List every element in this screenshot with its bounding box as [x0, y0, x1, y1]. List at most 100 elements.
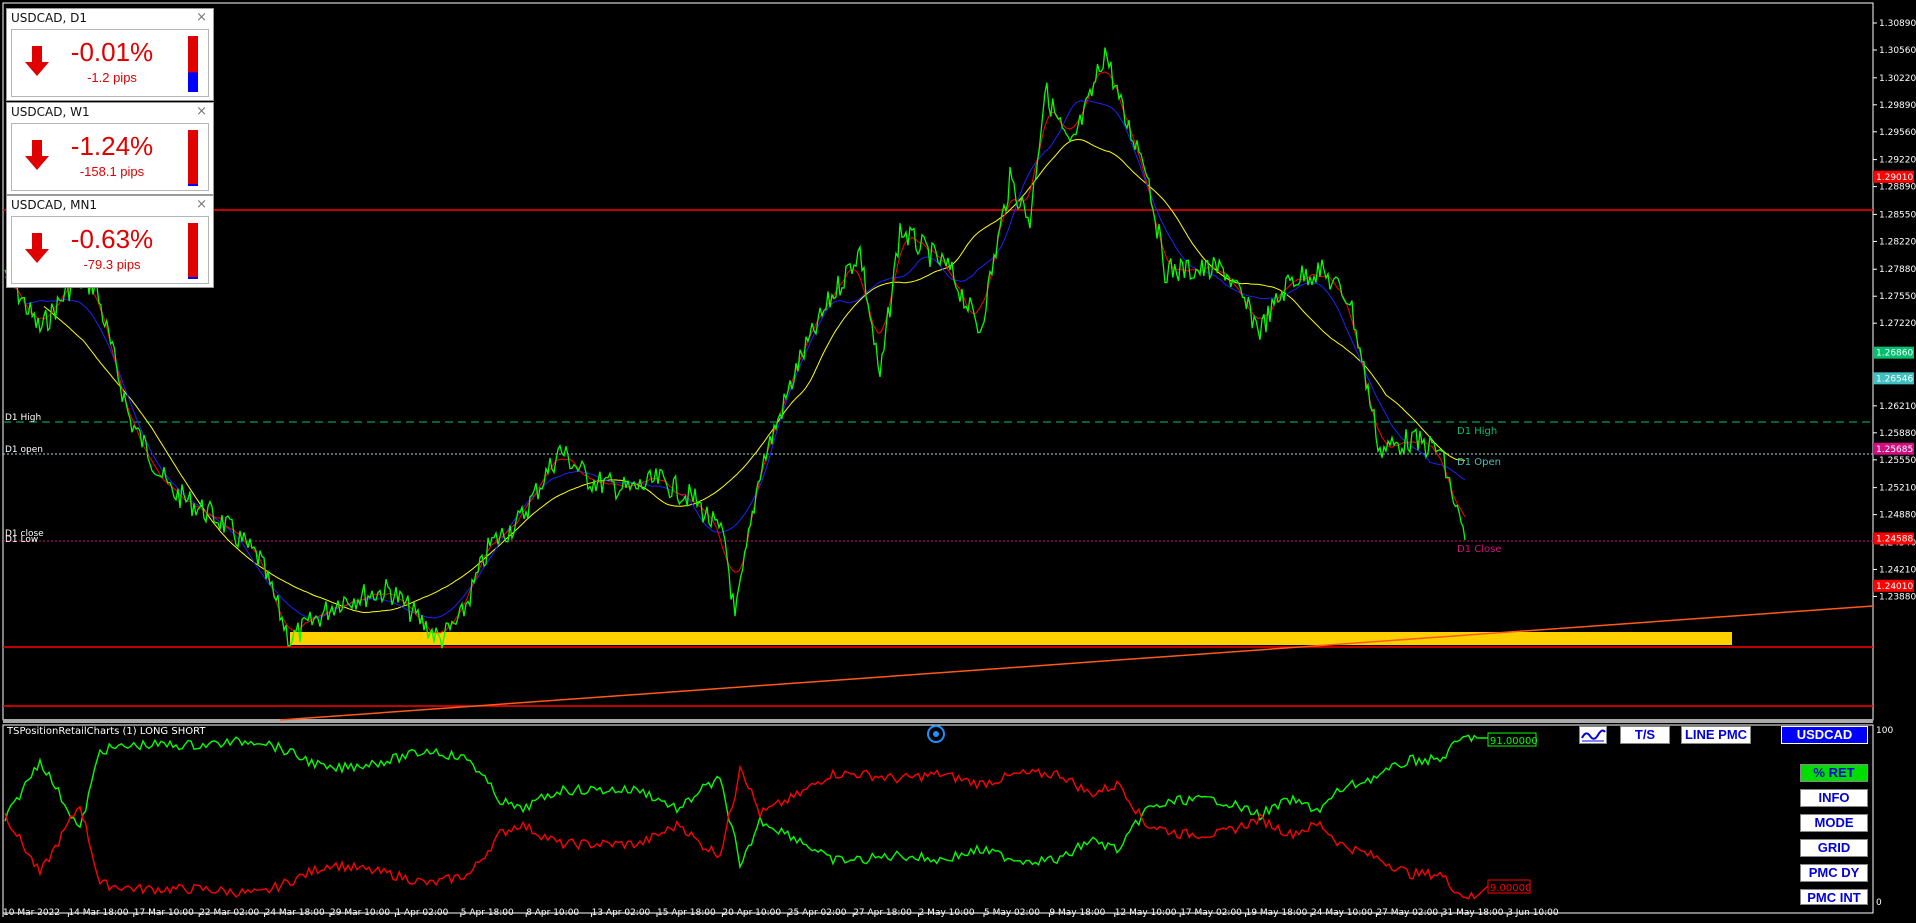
price-tick-label: 1.28220	[1879, 237, 1916, 247]
down-arrow-icon	[25, 233, 49, 263]
time-tick-label: 29 Mar 10:00	[330, 908, 390, 918]
panel-body: -0.01% -1.2 pips	[11, 29, 209, 97]
support-zone	[290, 632, 1732, 645]
close-icon[interactable]: ×	[196, 197, 207, 212]
price-tick-label: 1.24210	[1879, 565, 1916, 575]
target-icon-dot	[933, 731, 939, 737]
line-pmc-button[interactable]: LINE PMC	[1681, 726, 1751, 744]
panel-body: -1.24% -158.1 pips	[11, 123, 209, 191]
mode-button[interactable]: MODE	[1800, 814, 1868, 832]
time-tick-label: 10 Mar 2022	[3, 908, 60, 918]
time-tick-label: 19 May 18:00	[1246, 908, 1308, 918]
down-arrow-icon	[25, 46, 49, 76]
price-tick-label: 1.29220	[1879, 156, 1916, 166]
down-arrow-icon	[25, 140, 49, 170]
symbol-panel-mn1[interactable]: USDCAD, MN1 × -0.63% -79.3 pips	[6, 195, 214, 288]
price-tag-label: 1.26860	[1876, 349, 1913, 359]
ma-fast-line	[4, 71, 1466, 634]
time-tick-label: 12 May 10:00	[1115, 908, 1177, 918]
price-tag-label: 1.25685	[1876, 445, 1913, 455]
panel-body: -0.63% -79.3 pips	[11, 216, 209, 284]
time-tick-label: 13 Apr 02:00	[592, 908, 651, 918]
time-tick-label: 8 Apr 10:00	[526, 908, 579, 918]
pmc-dy-button[interactable]: PMC DY	[1800, 864, 1868, 882]
price-tag-label: 1.26546	[1876, 374, 1913, 384]
symbol-panel-d1[interactable]: USDCAD, D1 × -0.01% -1.2 pips	[6, 8, 214, 101]
price-tick-label: 1.28890	[1879, 183, 1916, 193]
price-tick-label: 1.29890	[1879, 101, 1916, 111]
time-tick-label: 14 Mar 18:00	[68, 908, 128, 918]
time-tick-label: 2 May 10:00	[919, 908, 975, 918]
panel-title: USDCAD, W1	[11, 105, 90, 119]
time-tick-label: 17 Mar 10:00	[134, 908, 194, 918]
d1-open-label-right: D1 Open	[1457, 457, 1501, 468]
trendline[interactable]	[279, 605, 1874, 721]
indicator-title: TSPositionRetailCharts (1) LONG SHORT	[7, 726, 206, 737]
pips-change: -158.1 pips	[79, 164, 145, 179]
time-tick-label: 1 Apr 02:00	[395, 908, 448, 918]
price-tick-label: 1.30220	[1879, 74, 1916, 84]
pmc-int-button[interactable]: PMC INT	[1800, 889, 1868, 905]
price-tick-label: 1.27550	[1879, 292, 1916, 302]
wave-icon[interactable]	[1579, 726, 1607, 744]
time-tick-label: 27 May 02:00	[1376, 908, 1438, 918]
price-tick-label: 1.26210	[1879, 402, 1916, 412]
percent-change: -1.24%	[70, 131, 154, 161]
time-tick-label: 3 Jun 10:00	[1507, 908, 1559, 918]
symbol-button[interactable]: USDCAD	[1781, 726, 1868, 744]
d1-low-label-left: D1 Low	[5, 535, 38, 545]
price-tick-label: 1.25880	[1879, 429, 1916, 439]
time-tick-label: 31 May 18:00	[1442, 908, 1504, 918]
price-tick-label: 1.25210	[1879, 484, 1916, 494]
price-tick-label: 1.25550	[1879, 456, 1916, 466]
ret-button[interactable]: % RET	[1800, 764, 1868, 782]
d1-high-label-right: D1 High	[1457, 426, 1497, 437]
grid-button[interactable]: GRID	[1800, 839, 1868, 857]
strength-bar	[188, 36, 198, 92]
price-line	[4, 47, 1466, 649]
indicator-scale-top: 100	[1876, 726, 1893, 736]
price-tick-label: 1.27220	[1879, 319, 1916, 329]
time-tick-label: 5 Apr 18:00	[461, 908, 514, 918]
price-tick-label: 1.30890	[1879, 19, 1916, 29]
short-value: 9.00000	[1490, 883, 1531, 894]
ts-button[interactable]: T/S	[1620, 726, 1670, 744]
strength-bar	[188, 223, 198, 279]
time-tick-label: 24 May 10:00	[1311, 908, 1373, 918]
price-axis[interactable]: 1.30890 1.30560 1.30220 1.29890 1.29560 1.292…	[1873, 19, 1916, 602]
strength-bar	[188, 130, 198, 186]
price-tick-label: 1.28550	[1879, 210, 1916, 220]
time-axis[interactable]: 10 Mar 2022 14 Mar 18:00 17 Mar 10:00 22 Ma…	[2, 908, 1559, 918]
percent-change: -0.63%	[70, 224, 154, 254]
d1-close-label-right: D1 Close	[1457, 544, 1501, 555]
price-tick-label: 1.23880	[1879, 592, 1916, 602]
symbol-panel-w1[interactable]: USDCAD, W1 × -1.24% -158.1 pips	[6, 102, 214, 195]
time-tick-label: 9 May 18:00	[1049, 908, 1105, 918]
price-tick-label: 1.29560	[1879, 128, 1916, 138]
indicator-scale-bottom: 0	[1876, 898, 1882, 908]
chart-canvas[interactable]: D1 High D1 open D1 close D1 Low D1 High …	[0, 0, 1916, 923]
panel-title: USDCAD, MN1	[11, 198, 98, 212]
percent-change: -0.01%	[70, 37, 154, 67]
time-tick-label: 17 May 02:00	[1180, 908, 1242, 918]
time-tick-label: 27 Apr 18:00	[853, 908, 912, 918]
d1-high-label-left: D1 High	[5, 413, 41, 423]
time-tick-label: 5 May 02:00	[984, 908, 1040, 918]
long-value: 91.00000	[1490, 736, 1538, 747]
d1-open-label-left: D1 open	[5, 445, 43, 455]
pips-change: -79.3 pips	[83, 257, 141, 272]
time-tick-label: 20 Apr 10:00	[722, 908, 781, 918]
close-icon[interactable]: ×	[196, 104, 207, 119]
close-icon[interactable]: ×	[196, 10, 207, 25]
info-button[interactable]: INFO	[1800, 789, 1868, 807]
price-tick-label: 1.30560	[1879, 46, 1916, 56]
panel-title: USDCAD, D1	[11, 11, 87, 25]
main-chart-frame	[2, 2, 1874, 721]
pips-change: -1.2 pips	[87, 70, 137, 85]
price-tag-label: 1.24010	[1876, 582, 1913, 592]
time-tick-label: 22 Mar 02:00	[199, 908, 259, 918]
time-tick-label: 24 Mar 18:00	[265, 908, 325, 918]
ma-mid-line	[24, 100, 1466, 619]
price-tags: 1.29010 1.26860 1.26546 1.25685 1.24588 1.240…	[1873, 170, 1914, 592]
price-tick-label: 1.24880	[1879, 511, 1916, 521]
